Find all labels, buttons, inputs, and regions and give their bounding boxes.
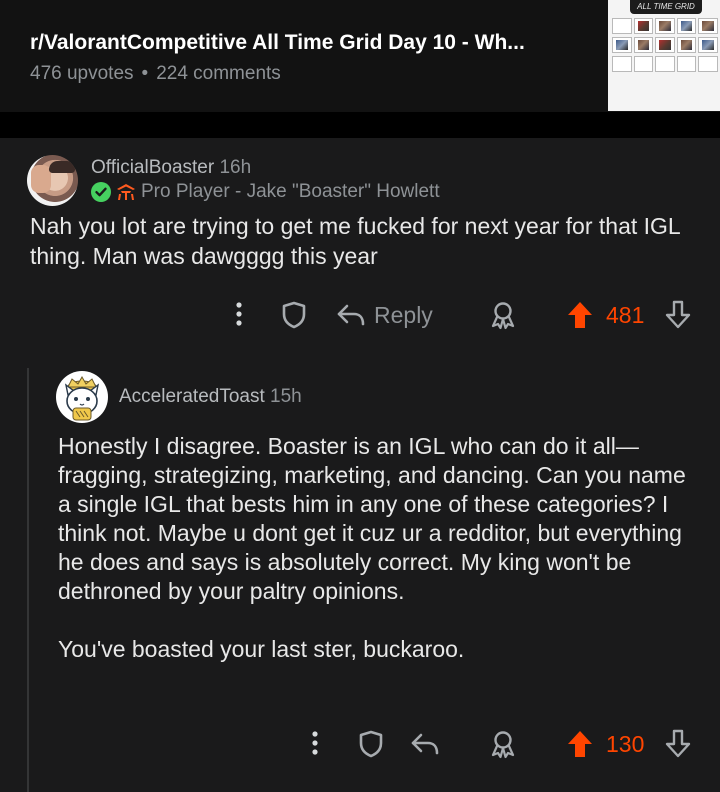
thumbnail-grid <box>612 18 718 72</box>
award-ribbon-icon <box>491 731 515 759</box>
post-upvotes: 476 upvotes <box>30 63 134 84</box>
comment-paragraph: Honestly I disagree. Boaster is an IGL w… <box>58 433 686 604</box>
username[interactable]: OfficialBoaster <box>91 157 214 178</box>
post-comment-count: 224 comments <box>156 63 281 84</box>
award-ribbon-icon <box>491 302 515 330</box>
give-award-button[interactable] <box>486 298 520 332</box>
comment-body: Nah you lot are trying to get me fucked … <box>30 213 680 269</box>
grid-cell <box>655 56 675 72</box>
grid-cell <box>676 56 697 72</box>
post-meta: 476 upvotes • 224 comments <box>30 63 281 85</box>
upvote-button[interactable] <box>564 298 596 332</box>
post-title[interactable]: r/ValorantCompetitive All Time Grid Day … <box>30 31 590 55</box>
grid-cell <box>676 18 697 34</box>
reply-button[interactable] <box>410 725 440 763</box>
flair-text: Pro Player - Jake "Boaster" Howlett <box>141 181 440 202</box>
downvote-arrow-icon <box>665 729 691 758</box>
comment-age: 16h <box>219 157 252 178</box>
grid-cell <box>676 37 697 53</box>
upvote-arrow-icon <box>568 302 592 328</box>
reddit-comment-page: r/ValorantCompetitive All Time Grid Day … <box>0 0 720 792</box>
grid-cell <box>633 56 654 72</box>
grid-cell <box>633 37 654 53</box>
comment-header: AcceleratedToast 15h <box>119 386 302 408</box>
upvote-button[interactable] <box>564 727 596 761</box>
avatar[interactable] <box>56 371 108 423</box>
comment-paragraph: You've boasted your last ster, buckaroo. <box>58 636 465 662</box>
header-divider <box>0 112 720 138</box>
vote-score: 481 <box>606 296 644 334</box>
shield-icon <box>282 301 306 329</box>
grid-cell <box>612 56 632 72</box>
user-flair: Pro Player - Jake "Boaster" Howlett <box>91 181 440 203</box>
grid-cell <box>655 18 675 34</box>
avatar[interactable] <box>27 155 78 206</box>
more-options-button[interactable] <box>302 724 328 762</box>
reply-arrow-icon <box>411 733 439 755</box>
downvote-button[interactable] <box>662 727 694 761</box>
more-vertical-icon <box>312 731 318 755</box>
grid-cell <box>698 37 718 53</box>
shield-icon <box>359 730 383 758</box>
award-shield-button[interactable] <box>278 298 310 332</box>
reply-arrow-icon <box>337 304 365 326</box>
score-count: 481 <box>606 301 645 328</box>
more-vertical-icon <box>236 302 242 326</box>
award-shield-button[interactable] <box>355 727 387 761</box>
upvote-arrow-icon <box>568 731 592 757</box>
grid-cell <box>612 37 632 53</box>
username[interactable]: AcceleratedToast <box>119 386 265 407</box>
post-header[interactable]: r/ValorantCompetitive All Time Grid Day … <box>0 0 720 112</box>
downvote-arrow-icon <box>665 300 691 329</box>
thread-line[interactable] <box>27 368 29 792</box>
grid-cell <box>633 18 654 34</box>
avatar-hair-shape <box>49 161 75 173</box>
vote-score: 130 <box>606 725 644 763</box>
reply-button[interactable]: Reply <box>336 296 433 334</box>
verified-check-icon <box>91 182 111 202</box>
grid-cell <box>698 18 718 34</box>
comment-age: 15h <box>270 386 302 407</box>
thumbnail-banner: ALL TIME GRID <box>630 0 702 14</box>
grid-cell <box>612 18 632 34</box>
more-options-button[interactable] <box>226 295 252 333</box>
downvote-button[interactable] <box>662 298 694 332</box>
grid-cell <box>698 56 718 72</box>
post-thumbnail[interactable]: ALL TIME GRID <box>608 0 720 111</box>
score-count: 130 <box>606 730 645 757</box>
cat-avatar-icon <box>64 375 100 421</box>
give-award-button[interactable] <box>486 727 520 761</box>
team-logo-icon <box>117 184 135 200</box>
reply-label: Reply <box>374 301 433 328</box>
avatar-hand-shape <box>31 165 51 193</box>
comment-body: Honestly I disagree. Boaster is an IGL w… <box>58 432 698 664</box>
grid-cell <box>655 37 675 53</box>
meta-separator: • <box>141 63 149 84</box>
comment-header: OfficialBoaster 16h <box>91 157 251 179</box>
